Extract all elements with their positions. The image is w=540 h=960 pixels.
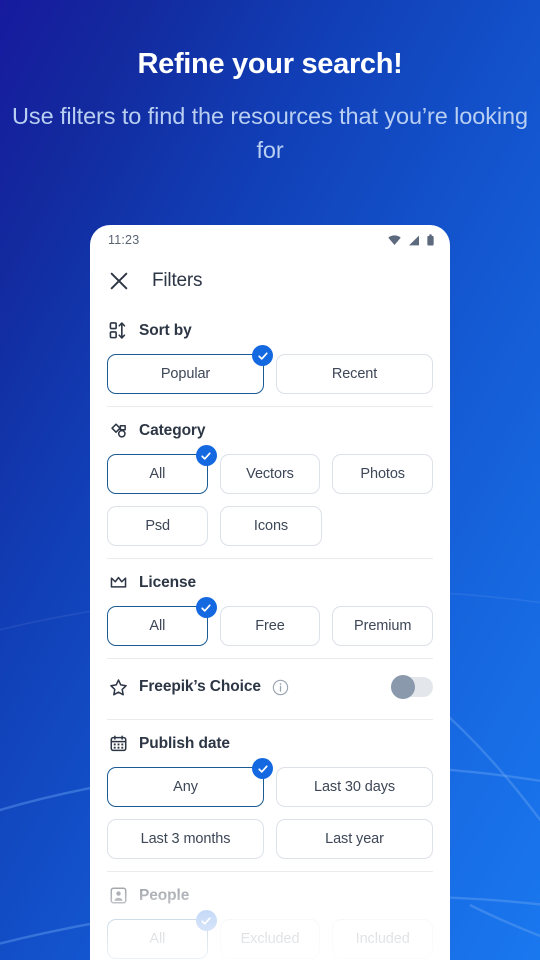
chip-label: Vectors xyxy=(246,466,294,482)
section-title: Publish date xyxy=(139,734,230,752)
section-title: People xyxy=(139,886,190,904)
section-publish-date: Publish date Any Last 30 days Last 3 mon… xyxy=(107,720,433,872)
freepiks-choice-toggle[interactable] xyxy=(391,675,433,699)
shapes-icon xyxy=(111,423,126,438)
chip-last-3-months[interactable]: Last 3 months xyxy=(107,819,264,859)
selected-check-badge xyxy=(252,758,273,779)
chip-label: Free xyxy=(255,618,285,634)
chip-row: All Excluded Included xyxy=(107,910,434,959)
selected-check-badge xyxy=(195,445,217,466)
chip-all[interactable]: All xyxy=(107,597,217,646)
section-header: Sort by xyxy=(107,321,433,340)
filters-list: Sort by Popular Recent Category All Vect… xyxy=(90,307,450,959)
section-license: License All Free Premium xyxy=(107,559,434,659)
app-bar-title: Filters xyxy=(152,270,203,291)
freepiks-choice-row[interactable]: Freepik’s Choice xyxy=(107,659,433,715)
phone-mockup: 11:23 Filters Sort by Popular Recent Cat… xyxy=(90,225,450,960)
chip-row-spacer xyxy=(334,506,433,546)
chip-included[interactable]: Included xyxy=(332,919,434,959)
section-people: People All Excluded Included xyxy=(107,872,434,959)
cell-signal-icon xyxy=(409,235,419,245)
selected-check-badge xyxy=(252,345,273,366)
section-header: Category xyxy=(107,421,433,440)
chip-vectors[interactable]: Vectors xyxy=(219,454,321,494)
chip-label: Excluded xyxy=(240,931,300,947)
toggle-knob xyxy=(391,675,415,699)
sort-icon xyxy=(109,322,126,339)
chip-popular[interactable]: Popular xyxy=(107,345,273,394)
chip-label: Icons xyxy=(253,518,289,534)
chip-free[interactable]: Free xyxy=(219,606,321,646)
battery-icon xyxy=(427,234,434,246)
chip-label: Last 3 months xyxy=(140,831,231,847)
chip-psd[interactable]: Psd xyxy=(107,506,209,546)
chip-row: Any Last 30 days xyxy=(107,758,433,807)
star-icon xyxy=(110,678,127,695)
hero-copy: Refine your search! Use filters to find … xyxy=(0,0,540,168)
chip-recent[interactable]: Recent xyxy=(276,354,433,394)
chip-last-30-days[interactable]: Last 30 days xyxy=(276,767,433,807)
person-frame-icon xyxy=(110,887,127,904)
chip-label: Premium xyxy=(354,618,412,634)
status-time: 11:23 xyxy=(108,233,140,247)
chip-photos[interactable]: Photos xyxy=(332,454,434,494)
chip-label: Popular xyxy=(160,366,211,382)
chip-label: All xyxy=(149,931,166,947)
chip-row: Popular Recent xyxy=(107,345,433,394)
chip-row: Psd Icons xyxy=(107,506,433,546)
chip-label: Any xyxy=(173,779,198,795)
chip-label: Last 30 days xyxy=(313,779,396,795)
chip-row: Last 3 months Last year xyxy=(107,819,433,859)
chip-all[interactable]: All xyxy=(107,910,217,959)
status-icons xyxy=(388,234,434,246)
section-title: Category xyxy=(139,421,206,439)
chip-label: Photos xyxy=(360,466,405,482)
section-title: License xyxy=(139,573,197,591)
page-subtitle: Use filters to find the resources that y… xyxy=(12,102,528,164)
section-sort-by: Sort by Popular Recent xyxy=(107,307,433,407)
section-header: People xyxy=(107,886,433,905)
section-title: Sort by xyxy=(139,321,192,339)
status-bar: 11:23 xyxy=(90,225,450,255)
close-icon[interactable] xyxy=(108,270,130,292)
chip-row: All Vectors Photos xyxy=(107,445,434,494)
chip-row: All Free Premium xyxy=(107,597,434,646)
section-header: License xyxy=(107,573,433,592)
freepiks-choice-label: Freepik’s Choice xyxy=(139,678,261,695)
chip-premium[interactable]: Premium xyxy=(332,606,434,646)
page-title: Refine your search! xyxy=(137,48,403,80)
info-icon[interactable] xyxy=(272,679,289,696)
chip-label: Psd xyxy=(145,518,170,534)
chip-excluded[interactable]: Excluded xyxy=(219,919,321,959)
crown-icon xyxy=(110,576,127,588)
chip-any[interactable]: Any xyxy=(107,758,273,807)
chip-label: All xyxy=(149,618,166,634)
app-bar: Filters xyxy=(90,255,450,307)
section-header: Publish date xyxy=(107,734,433,753)
selected-check-badge xyxy=(195,910,217,931)
chip-label: Recent xyxy=(331,366,378,382)
chip-label: Last year xyxy=(325,831,384,847)
chip-icons[interactable]: Icons xyxy=(220,506,322,546)
chip-label: Included xyxy=(355,931,410,947)
chip-last-year[interactable]: Last year xyxy=(276,819,433,859)
wifi-icon xyxy=(388,234,401,245)
section-category: Category All Vectors Photos Psd Icons xyxy=(107,407,434,559)
selected-check-badge xyxy=(195,597,217,618)
chip-label: All xyxy=(149,466,166,482)
chip-all[interactable]: All xyxy=(107,445,217,494)
calendar-icon xyxy=(110,735,127,752)
